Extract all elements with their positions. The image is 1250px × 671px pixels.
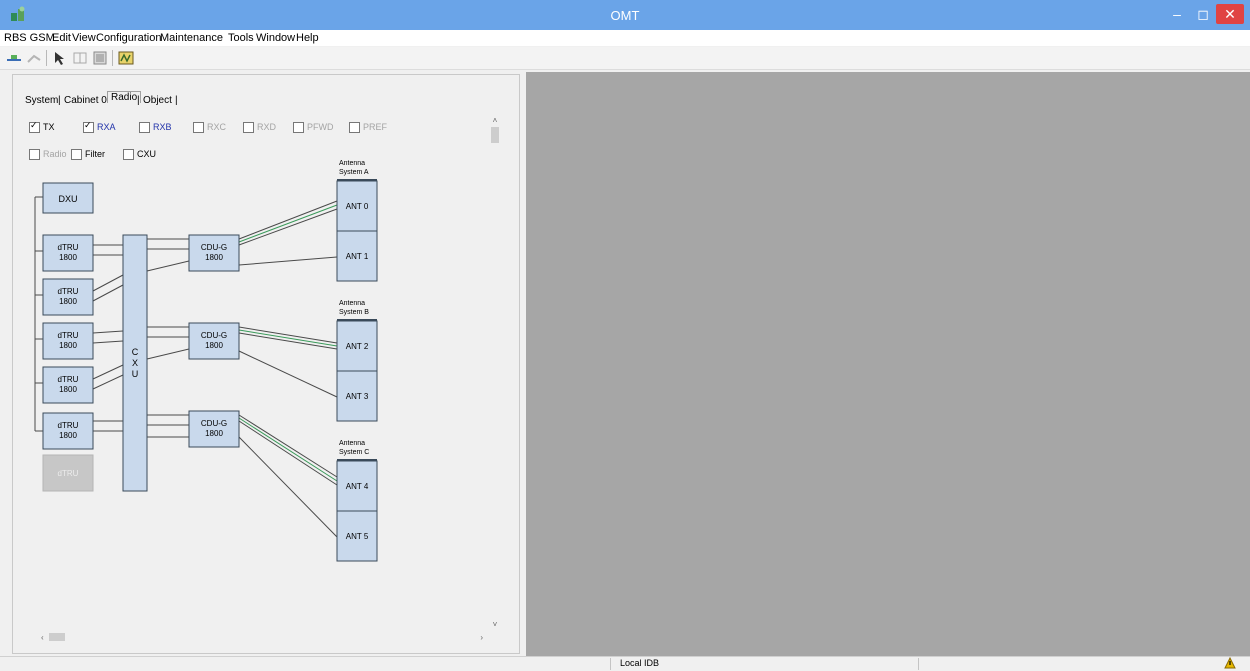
close-button[interactable]: ✕	[1216, 4, 1244, 24]
dtru-label: dTRU	[58, 421, 79, 430]
link-line	[238, 436, 338, 538]
warning-icon[interactable]	[1224, 657, 1236, 669]
menu-configuration[interactable]: Configuration	[96, 32, 161, 44]
dtru-band: 1800	[59, 253, 77, 262]
link-line	[238, 417, 338, 482]
scroll-right-icon[interactable]: ›	[480, 633, 483, 642]
pointer-icon[interactable]	[52, 50, 68, 66]
antenna-system-title: Antenna	[339, 160, 365, 167]
view-icon[interactable]	[92, 50, 108, 66]
dtru-label: dTRU	[58, 469, 79, 478]
menu-help[interactable]: Help	[296, 32, 319, 44]
status-text: Local IDB	[620, 658, 660, 668]
link-line	[238, 200, 338, 240]
scroll-left-icon[interactable]: ‹	[41, 633, 44, 642]
menu-edit[interactable]: Edit	[52, 32, 71, 44]
antenna-system-title: System C	[339, 449, 369, 456]
menu-bar: RBS GSM Edit View Configuration Maintena…	[0, 30, 1250, 46]
dtru-band: 1800	[59, 341, 77, 350]
antenna-system-title: Antenna	[339, 440, 365, 447]
antenna-label: ANT 2	[346, 342, 369, 351]
horizontal-scrollbar[interactable]: ‹ ›	[37, 631, 487, 643]
link-line	[146, 348, 190, 360]
link-line	[238, 208, 338, 246]
dtru-band: 1800	[59, 385, 77, 394]
cdu-g-label: CDU-G	[201, 331, 227, 340]
cxu-letter: X	[132, 358, 138, 368]
toolbar-separator	[46, 50, 47, 66]
cdu-g-label: CDU-G	[201, 243, 227, 252]
disconnect-icon[interactable]	[26, 50, 42, 66]
antenna-system-title: Antenna	[339, 300, 365, 307]
dtru-band: 1800	[59, 297, 77, 306]
dtru-label: dTRU	[58, 243, 79, 252]
antenna-label: ANT 3	[346, 392, 369, 401]
link-line	[92, 274, 124, 292]
dtru-label: dTRU	[58, 375, 79, 384]
dtru-band: 1800	[59, 431, 77, 440]
cdu-g-label: CDU-G	[201, 419, 227, 428]
dtru-label: dTRU	[58, 331, 79, 340]
antenna-system-title: System B	[339, 309, 369, 316]
menu-window[interactable]: Window	[256, 32, 295, 44]
antenna-label: ANT 5	[346, 532, 369, 541]
scroll-thumb[interactable]	[491, 127, 499, 143]
menu-rbs-gsm[interactable]: RBS GSM	[4, 32, 55, 44]
scroll-thumb[interactable]	[49, 633, 65, 641]
cdu-g-band: 1800	[205, 429, 223, 438]
toolbar-separator	[112, 50, 113, 66]
link-line	[238, 204, 338, 243]
antenna-system-title: System A	[339, 169, 369, 176]
vertical-scrollbar[interactable]: ˄ ˅	[489, 113, 501, 631]
workspace-area	[526, 72, 1250, 656]
link-line	[238, 420, 338, 486]
connect-icon[interactable]	[6, 50, 22, 66]
menu-tools[interactable]: Tools	[228, 32, 254, 44]
title-bar: OMT – ◻ ✕	[0, 0, 1250, 30]
window-title: OMT	[610, 8, 640, 23]
link-line	[238, 414, 338, 478]
menu-maintenance[interactable]: Maintenance	[160, 32, 223, 44]
cdu-g-band: 1800	[205, 341, 223, 350]
scroll-down-icon[interactable]: ˅	[493, 620, 498, 629]
link-line	[92, 330, 124, 334]
radio-panel: System | Cabinet 0 Radio | Object | TX R…	[12, 74, 520, 654]
link-line	[238, 329, 338, 347]
scroll-up-icon[interactable]: ˄	[493, 116, 498, 125]
status-separator	[610, 658, 611, 670]
radio-diagram: DXU dTRU 1800 dTRU 1800 dTRU 1800 dTRU 1…	[34, 160, 378, 562]
grid-icon[interactable]	[72, 50, 88, 66]
cxu-letter: C	[132, 347, 139, 357]
menu-view[interactable]: View	[72, 32, 96, 44]
cxu-letter: U	[132, 369, 139, 379]
link-line	[92, 284, 124, 302]
minimize-button[interactable]: –	[1164, 4, 1190, 24]
antenna-label: ANT 4	[346, 482, 369, 491]
link-line	[146, 260, 190, 272]
toolbar	[0, 47, 1250, 70]
status-separator	[918, 658, 919, 670]
link-line	[92, 340, 124, 344]
antenna-label: ANT 1	[346, 252, 369, 261]
radio-config-icon[interactable]	[118, 50, 134, 66]
maximize-button[interactable]: ◻	[1190, 4, 1216, 24]
rxa-links	[238, 204, 338, 482]
antenna-label: ANT 0	[346, 202, 369, 211]
status-bar: Local IDB	[0, 656, 1250, 671]
dxu-label: DXU	[58, 194, 77, 204]
link-line	[238, 350, 338, 398]
link-line	[238, 256, 338, 266]
dtru-label: dTRU	[58, 287, 79, 296]
cdu-g-band: 1800	[205, 253, 223, 262]
